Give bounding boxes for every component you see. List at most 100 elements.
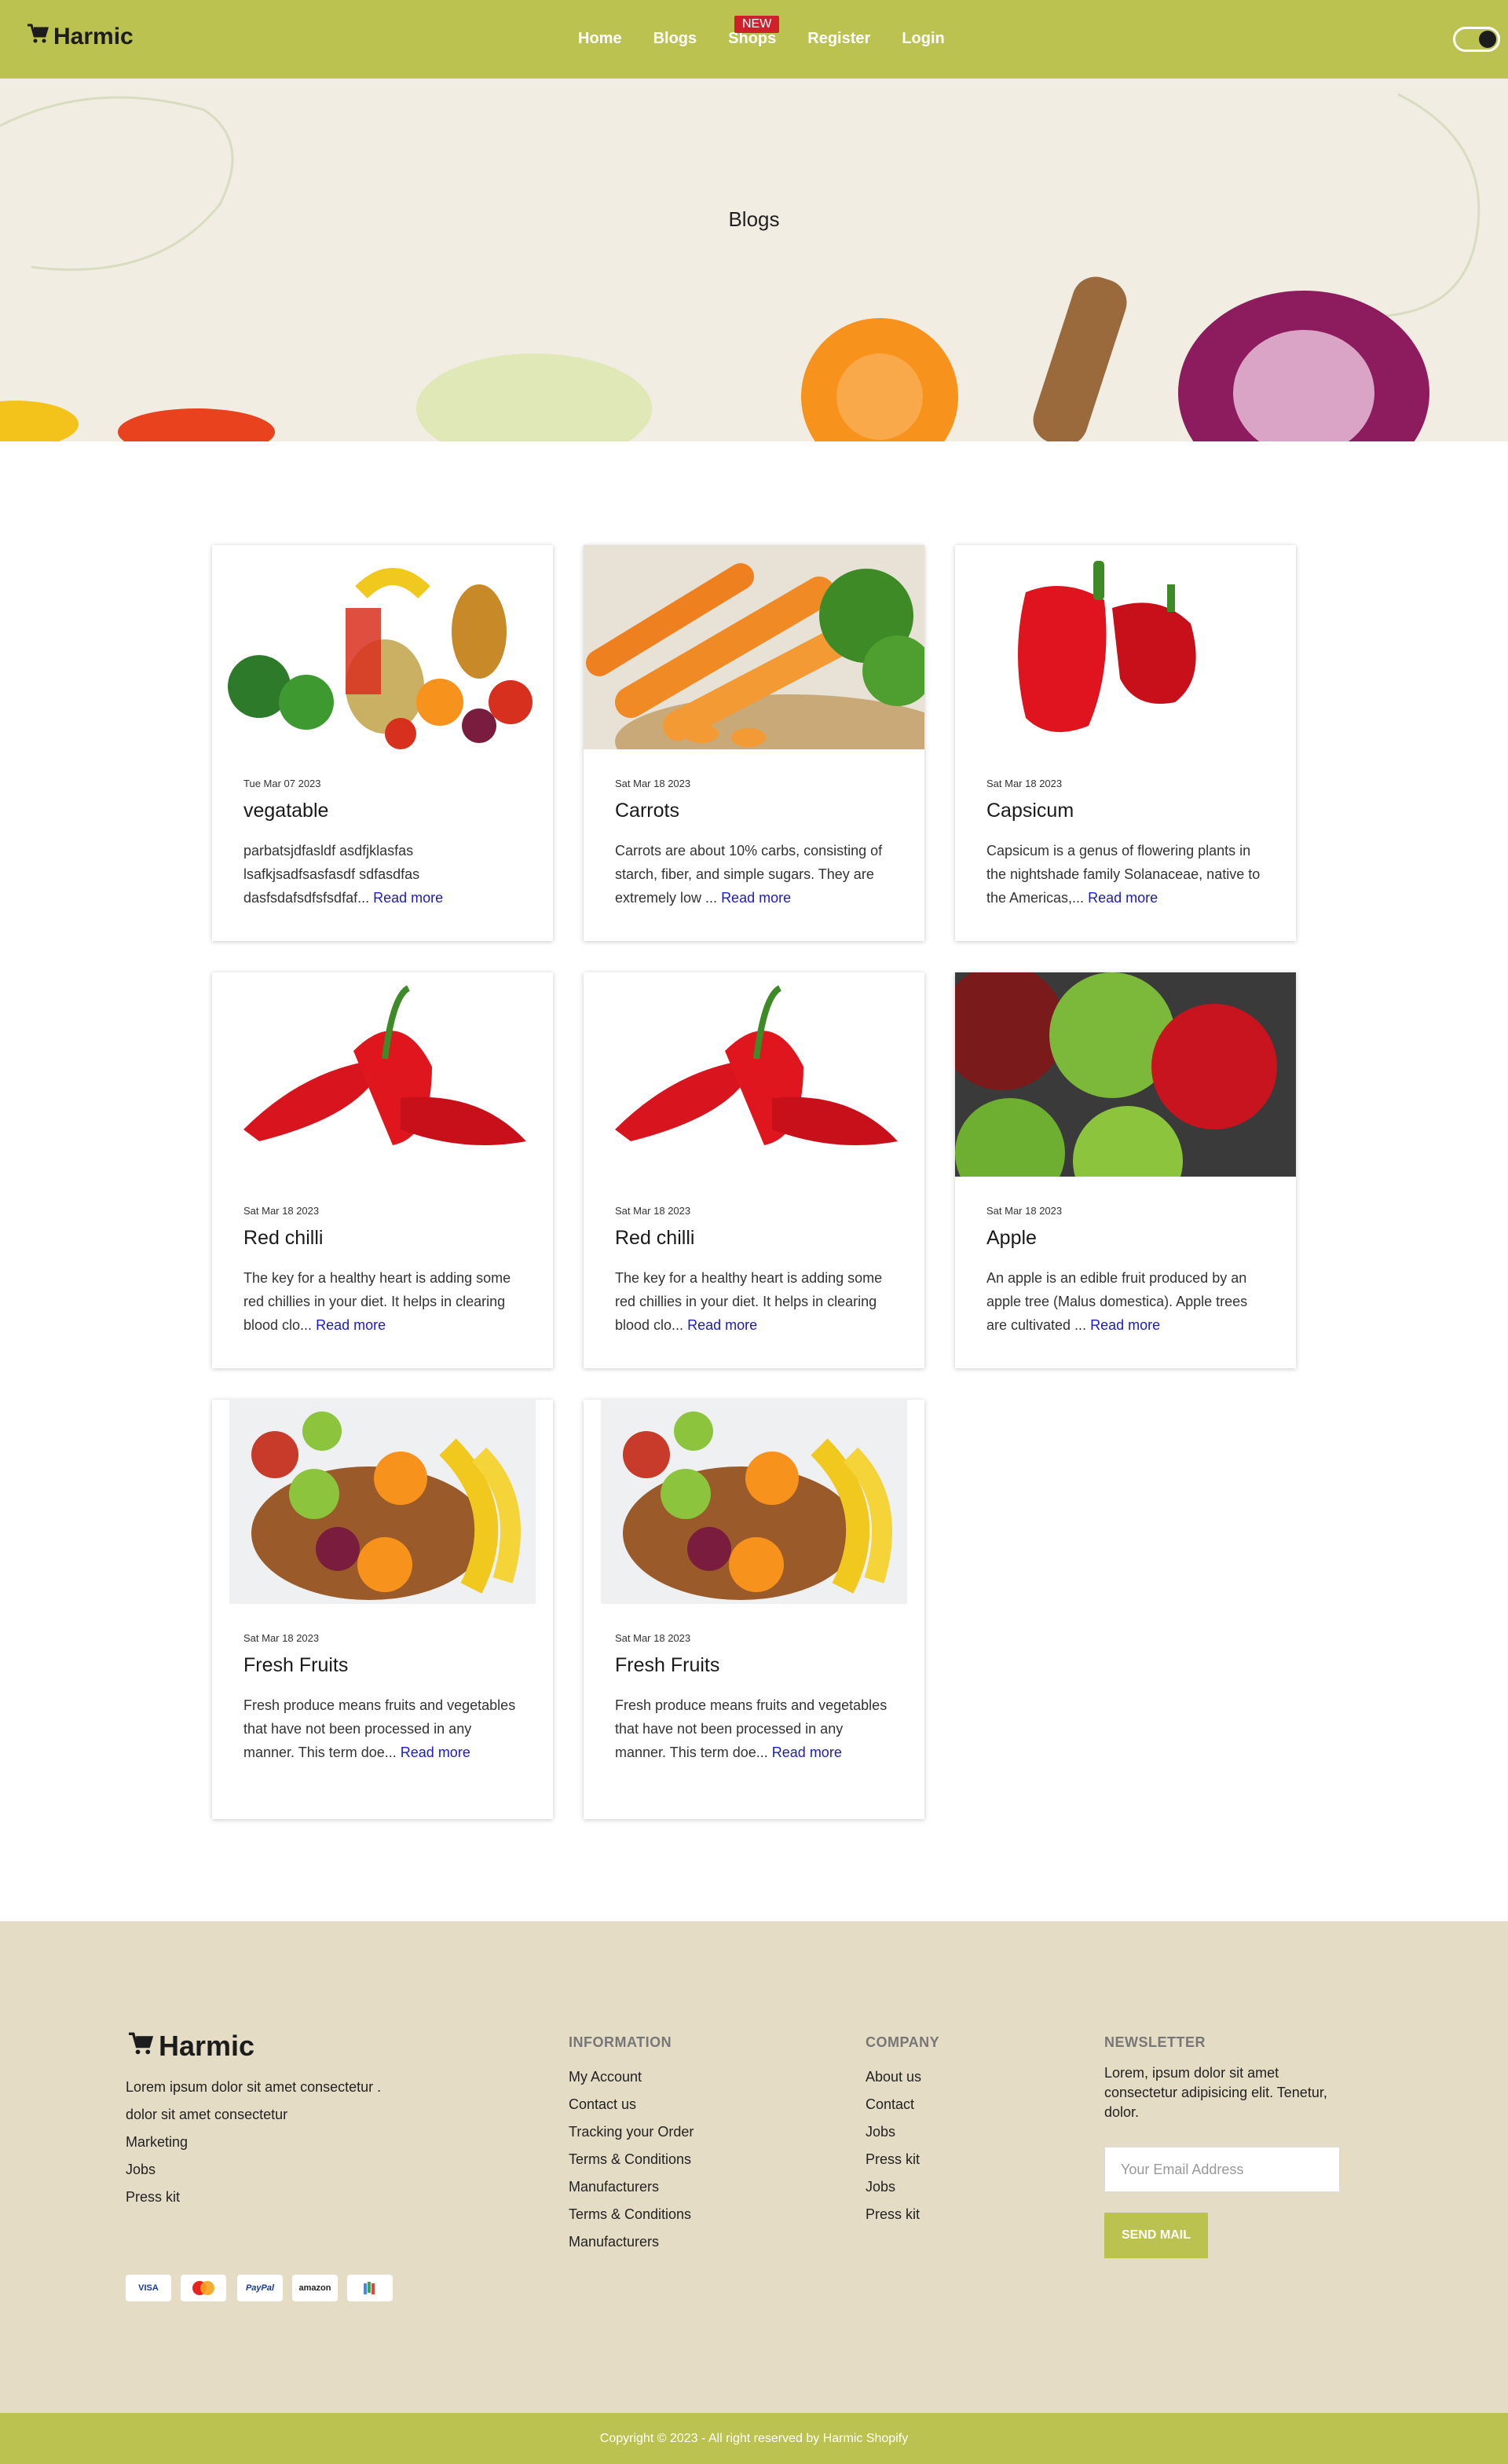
read-more-link[interactable]: Read more [772, 1745, 842, 1760]
read-more-link[interactable]: Read more [687, 1317, 757, 1333]
top-navbar: Harmic Home Blogs Shops Register Login N… [0, 0, 1508, 79]
info-link[interactable]: Manufacturers [569, 2228, 694, 2256]
page-title: Blogs [728, 207, 780, 231]
blog-excerpt: An apple is an edible fruit produced by … [986, 1270, 1248, 1333]
blog-title[interactable]: Fresh Fruits [615, 1654, 719, 1677]
footer-link-press-kit[interactable]: Press kit [126, 2184, 381, 2211]
read-more-link[interactable]: Read more [316, 1317, 386, 1333]
read-more-link[interactable]: Read more [721, 890, 791, 906]
nav-blogs[interactable]: Blogs [653, 30, 697, 48]
blog-card[interactable]: Sat Mar 18 2023 Fresh Fruits Fresh produ… [584, 1400, 924, 1819]
blog-card[interactable]: Sat Mar 18 2023 Fresh Fruits Fresh produ… [212, 1400, 553, 1819]
email-input[interactable]: Your Email Address [1104, 2147, 1340, 2192]
blog-title[interactable]: Red chilli [243, 1227, 323, 1250]
hero-vegetables-illustration [0, 93, 1481, 441]
mastercard-icon [181, 2275, 226, 2301]
blog-excerpt: Carrots are about 10% carbs, consisting … [615, 843, 883, 906]
company-link[interactable]: Contact [866, 2091, 939, 2118]
footer-brand-name: Harmic [159, 2030, 255, 2062]
about-text: Lorem ipsum dolor sit amet consectetur . [126, 2079, 382, 2095]
blog-title[interactable]: Apple [986, 1227, 1037, 1250]
blog-image [955, 545, 1296, 749]
hero-banner: Blogs [0, 79, 1508, 441]
blog-title[interactable]: vegatable [243, 800, 328, 822]
blog-image [584, 972, 924, 1177]
company-link[interactable]: About us [866, 2063, 939, 2091]
nav-register[interactable]: Register [807, 30, 870, 48]
blog-excerpt: Capsicum is a genus of flowering plants … [986, 843, 1261, 906]
info-link[interactable]: My Account [569, 2063, 694, 2091]
info-link[interactable]: Terms & Conditions [569, 2201, 694, 2228]
paypal-icon: PayPal [237, 2275, 283, 2301]
blog-image [584, 1400, 924, 1604]
visa-icon: VISA [126, 2275, 171, 2301]
information-heading: INFORMATION [569, 2034, 672, 2050]
blog-image [212, 1400, 553, 1604]
blog-excerpt: Fresh produce means fruits and vegetable… [615, 1697, 888, 1760]
brand-logo[interactable]: Harmic [27, 24, 134, 50]
read-more-link[interactable]: Read more [401, 1745, 470, 1760]
company-heading: COMPANY [866, 2034, 940, 2050]
footer-link-marketing[interactable]: Marketing [126, 2129, 381, 2156]
footer-about: Lorem ipsum dolor sit amet consectetur .… [126, 2074, 381, 2211]
blog-date: Sat Mar 18 2023 [986, 778, 1063, 789]
about-text: dolor sit amet consectetur [126, 2107, 288, 2122]
newsletter-text: Lorem, ipsum dolor sit amet consectetur … [1104, 2065, 1327, 2120]
blog-date: Sat Mar 18 2023 [615, 778, 691, 789]
blog-card[interactable]: Sat Mar 18 2023 Red chilli The key for a… [212, 972, 553, 1368]
info-link[interactable]: Terms & Conditions [569, 2146, 694, 2173]
company-link[interactable]: Jobs [866, 2173, 939, 2201]
footer-information: INFORMATION My Account Contact us Tracki… [569, 2034, 694, 2256]
nav-login[interactable]: Login [902, 30, 944, 48]
brand-name: Harmic [53, 24, 134, 49]
company-link[interactable]: Jobs [866, 2118, 939, 2146]
amazon-icon: amazon [292, 2275, 338, 2301]
footer-newsletter: NEWSLETTER Lorem, ipsum dolor sit amet c… [1104, 2034, 1348, 2122]
copyright-text: Copyright © 2023 - All right reserved by… [599, 2431, 909, 2445]
blog-date: Sat Mar 18 2023 [615, 1205, 691, 1217]
cart-icon [127, 2030, 154, 2063]
footer-logo[interactable]: Harmic [127, 2030, 254, 2063]
company-link[interactable]: Press kit [866, 2146, 939, 2173]
theme-toggle[interactable] [1453, 27, 1500, 52]
nav-home[interactable]: Home [578, 30, 622, 48]
gpay-icon [347, 2275, 393, 2301]
info-link[interactable]: Contact us [569, 2091, 694, 2118]
blog-date: Sat Mar 18 2023 [243, 1632, 320, 1644]
blog-date: Tue Mar 07 2023 [243, 778, 321, 789]
blog-excerpt: The key for a healthy heart is adding so… [243, 1270, 511, 1333]
blog-image [955, 972, 1296, 1177]
footer-link-jobs[interactable]: Jobs [126, 2156, 381, 2184]
copyright-bar: Copyright © 2023 - All right reserved by… [0, 2413, 1508, 2464]
read-more-link[interactable]: Read more [1088, 890, 1158, 906]
cart-icon [27, 24, 49, 50]
info-link[interactable]: Manufacturers [569, 2173, 694, 2201]
toggle-knob [1479, 31, 1496, 48]
new-badge: NEW [734, 16, 780, 33]
blog-card[interactable]: Sat Mar 18 2023 Red chilli The key for a… [584, 972, 924, 1368]
read-more-link[interactable]: Read more [373, 890, 443, 906]
blog-date: Sat Mar 18 2023 [986, 1205, 1063, 1217]
read-more-link[interactable]: Read more [1090, 1317, 1160, 1333]
blog-image [212, 972, 553, 1177]
blog-excerpt: The key for a healthy heart is adding so… [615, 1270, 883, 1333]
blog-card[interactable]: Sat Mar 18 2023 Apple An apple is an edi… [955, 972, 1296, 1368]
newsletter-heading: NEWSLETTER [1104, 2034, 1206, 2050]
blog-excerpt: Fresh produce means fruits and vegetable… [243, 1697, 516, 1760]
company-link[interactable]: Press kit [866, 2201, 939, 2228]
blog-card[interactable]: Sat Mar 18 2023 Carrots Carrots are abou… [584, 545, 924, 941]
blog-card[interactable]: Tue Mar 07 2023 vegatable parbatsjdfasld… [212, 545, 553, 941]
blog-title[interactable]: Carrots [615, 800, 679, 822]
blog-excerpt: parbatsjdfasldf asdfjklasfas lsafkjsadfs… [243, 843, 444, 906]
send-mail-button[interactable]: SEND MAIL [1104, 2213, 1208, 2258]
blog-title[interactable]: Capsicum [986, 800, 1074, 822]
info-link[interactable]: Tracking your Order [569, 2118, 694, 2146]
blog-image [212, 545, 553, 749]
blog-card[interactable]: Sat Mar 18 2023 Capsicum Capsicum is a g… [955, 545, 1296, 941]
blog-date: Sat Mar 18 2023 [615, 1632, 691, 1644]
footer-company: COMPANY About us Contact Jobs Press kit … [866, 2034, 939, 2228]
blog-image [584, 545, 924, 749]
blog-title[interactable]: Red chilli [615, 1227, 694, 1250]
blog-date: Sat Mar 18 2023 [243, 1205, 320, 1217]
blog-title[interactable]: Fresh Fruits [243, 1654, 348, 1677]
